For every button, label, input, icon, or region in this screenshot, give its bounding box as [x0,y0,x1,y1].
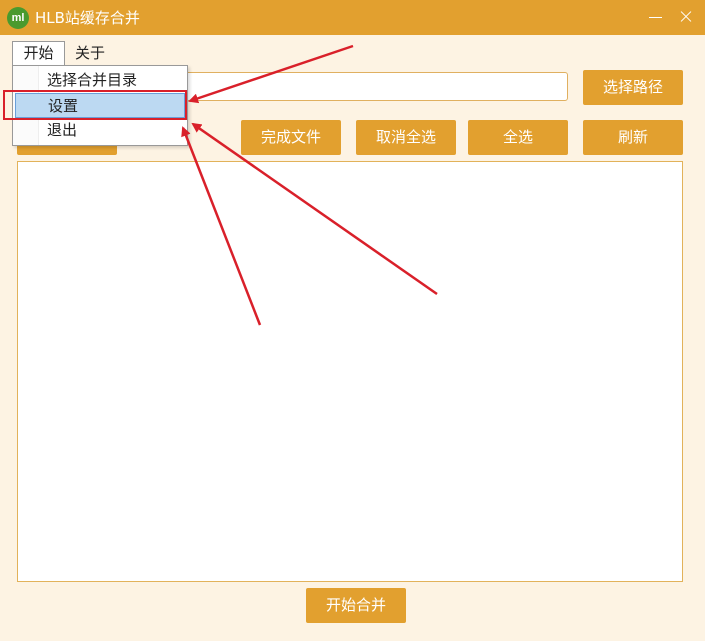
start-merge-button[interactable]: 开始合并 [306,588,406,623]
app-logo-icon: ml [7,7,29,29]
close-icon[interactable] [675,6,697,28]
file-list[interactable] [17,161,683,582]
select-path-button[interactable]: 选择路径 [583,70,683,105]
menu-about[interactable]: 关于 [70,41,110,66]
select-all-button[interactable]: 全选 [468,120,568,155]
menu-start[interactable]: 开始 [12,41,65,66]
minimize-icon[interactable] [645,6,667,28]
app-window: ml HLB站缓存合并 开始 关于 选择路径 完成文件 取消全选 全选 刷新 开… [0,0,705,641]
menu-item-exit[interactable]: 退出 [13,118,187,143]
path-input[interactable] [178,72,568,101]
window-title: HLB站缓存合并 [35,9,140,27]
annotation-highlight-box [3,90,187,120]
complete-files-button[interactable]: 完成文件 [241,120,341,155]
title-bar: ml HLB站缓存合并 [0,0,705,35]
cancel-select-all-button[interactable]: 取消全选 [356,120,456,155]
refresh-button[interactable]: 刷新 [583,120,683,155]
